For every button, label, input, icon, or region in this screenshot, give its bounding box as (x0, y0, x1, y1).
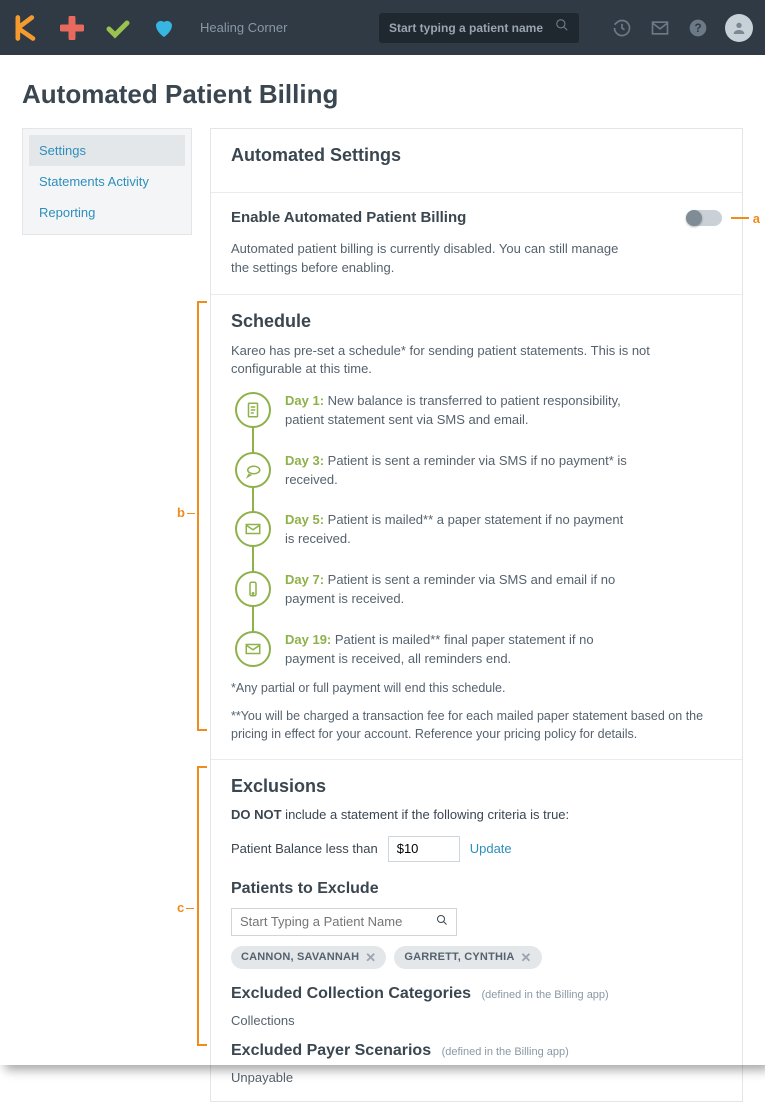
patient-exclude-search[interactable] (231, 908, 457, 936)
timeline: Day 1: New balance is transferred to pat… (235, 392, 722, 668)
enable-desc: Automated patient billing is currently d… (231, 240, 621, 278)
step-day3: Day 3: Patient is sent a reminder via SM… (235, 452, 722, 490)
settings-panel: Automated Settings Enable Automated Pati… (210, 128, 743, 1102)
chip-patient: GARRETT, CYNTHIA ✕ (394, 946, 541, 969)
mail-final-icon (235, 631, 271, 667)
step-day7: Day 7: Patient is sent a reminder via SM… (235, 571, 722, 609)
sidebar-item-statements-activity[interactable]: Statements Activity (29, 166, 185, 197)
chip-patient: CANNON, SAVANNAH ✕ (231, 946, 386, 969)
schedule-title: Schedule (231, 311, 722, 332)
practice-name: Healing Corner (200, 20, 287, 35)
automated-settings-title: Automated Settings (231, 145, 722, 166)
heart-nav-icon[interactable] (150, 14, 178, 42)
schedule-intro: Kareo has pre-set a schedule* for sendin… (231, 342, 651, 378)
search-icon (555, 18, 569, 37)
automated-settings-section: Automated Settings (211, 129, 742, 192)
schedule-section: b Schedule Kareo has pre-set a schedule*… (211, 294, 742, 759)
chip-remove-icon[interactable]: ✕ (365, 951, 376, 964)
chip-remove-icon[interactable]: ✕ (521, 951, 532, 964)
chat-icon (235, 452, 271, 488)
mail-step-icon (235, 511, 271, 547)
footnote-1: *Any partial or full payment will end th… (231, 679, 722, 697)
patients-exclude-title: Patients to Exclude (231, 880, 722, 898)
excluded-patient-chips: CANNON, SAVANNAH ✕ GARRETT, CYNTHIA ✕ (231, 946, 722, 969)
sidebar-item-settings[interactable]: Settings (29, 135, 185, 166)
svg-text:?: ? (694, 22, 701, 35)
topbar: Healing Corner ? (0, 0, 765, 55)
exclusions-intro: DO NOT include a statement if the follow… (231, 807, 722, 822)
document-icon (235, 392, 271, 428)
excluded-categories-value: Collections (231, 1013, 722, 1028)
balance-input[interactable] (388, 836, 460, 862)
search-icon (436, 913, 448, 931)
enable-title: Enable Automated Patient Billing (231, 209, 466, 226)
patient-search-top[interactable] (379, 13, 579, 43)
update-link[interactable]: Update (470, 841, 512, 856)
excluded-payers-value: Unpayable (231, 1070, 722, 1085)
step-day5: Day 5: Patient is mailed** a paper state… (235, 511, 722, 549)
step-day1: Day 1: New balance is transferred to pat… (235, 392, 722, 430)
help-icon[interactable]: ? (687, 17, 709, 39)
balance-label: Patient Balance less than (231, 841, 378, 856)
sidebar: Settings Statements Activity Reporting (22, 128, 192, 235)
phone-icon (235, 571, 271, 607)
page: Automated Patient Billing Settings State… (0, 55, 765, 1102)
excluded-categories-title: Excluded Collection Categories (defined … (231, 985, 722, 1003)
plus-nav-icon[interactable] (58, 14, 86, 42)
history-icon[interactable] (611, 17, 633, 39)
page-title: Automated Patient Billing (22, 79, 743, 110)
exclusions-title: Exclusions (231, 776, 722, 797)
enable-section: Enable Automated Patient Billing a Autom… (211, 192, 742, 294)
step-day19: Day 19: Patient is mailed** final paper … (235, 631, 722, 669)
check-nav-icon[interactable] (104, 14, 132, 42)
footnote-2: **You will be charged a transaction fee … (231, 707, 722, 743)
patient-search-input[interactable] (389, 21, 549, 35)
patient-exclude-input[interactable] (240, 914, 436, 929)
sidebar-item-reporting[interactable]: Reporting (29, 197, 185, 228)
excluded-payers-title: Excluded Payer Scenarios (defined in the… (231, 1042, 722, 1060)
avatar[interactable] (725, 14, 753, 42)
mail-icon[interactable] (649, 17, 671, 39)
kareo-logo-icon[interactable] (12, 14, 40, 42)
enable-toggle[interactable] (686, 210, 722, 226)
callout-a: a (731, 211, 760, 226)
top-right-icons: ? (611, 14, 753, 42)
exclusions-section: c Exclusions DO NOT include a statement … (211, 759, 742, 1101)
balance-threshold-row: Patient Balance less than Update (231, 836, 722, 862)
